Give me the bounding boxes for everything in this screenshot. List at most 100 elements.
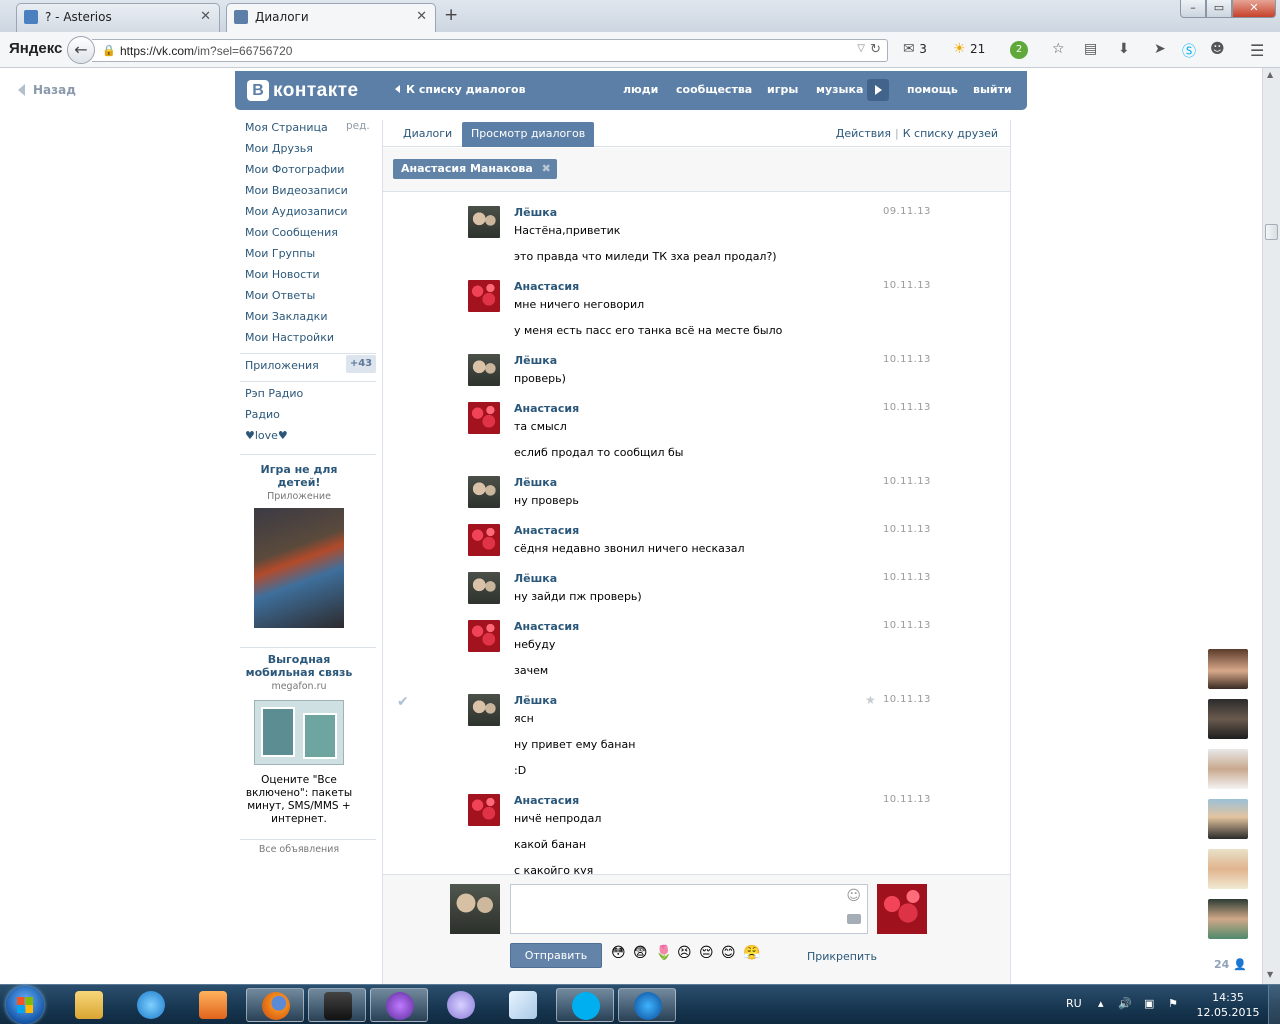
tab-view-dialogs[interactable]: Просмотр диалогов xyxy=(462,122,595,147)
author-avatar[interactable] xyxy=(468,694,500,726)
download-icon[interactable]: ⬇ xyxy=(1118,41,1130,57)
to-dialog-list-link[interactable]: К списку диалогов xyxy=(395,83,526,96)
author-avatar[interactable] xyxy=(468,620,500,652)
taskbar-skype[interactable] xyxy=(556,988,614,1022)
menu-my-answers[interactable]: Мои Ответы xyxy=(245,289,315,302)
menu-my-videos[interactable]: Мои Видеозаписи xyxy=(245,184,348,197)
actions-link[interactable]: Действия xyxy=(836,127,891,140)
emoji-fearful-icon[interactable]: 😨 xyxy=(633,945,648,961)
author-avatar[interactable] xyxy=(468,206,500,238)
peer-avatar[interactable] xyxy=(877,884,927,934)
play-icon[interactable] xyxy=(867,79,889,101)
taskbar-app-purple[interactable] xyxy=(370,988,428,1022)
maximize-button[interactable]: ▭ xyxy=(1206,0,1232,18)
star-icon[interactable]: ☆ xyxy=(1052,41,1065,57)
all-ads-link[interactable]: Все объявления xyxy=(240,844,358,855)
tray-arrow-icon[interactable]: ▴ xyxy=(1098,997,1104,1010)
apps-count-badge[interactable]: +43 xyxy=(346,355,376,373)
friend-avatar[interactable] xyxy=(1208,649,1248,689)
smile-icon[interactable]: ☺ xyxy=(846,888,861,904)
ad-game-image[interactable] xyxy=(254,508,344,628)
author-name[interactable]: Лёшка xyxy=(514,354,557,367)
nav-help[interactable]: помощь xyxy=(907,83,958,96)
yandex-logo[interactable]: Яндекс xyxy=(9,40,62,57)
vertical-scrollbar[interactable]: ▲ ▼ xyxy=(1262,68,1280,984)
message-input[interactable] xyxy=(511,885,867,933)
author-name[interactable]: Лёшка xyxy=(514,694,557,707)
taskbar-media[interactable] xyxy=(184,988,242,1022)
menu-my-news[interactable]: Мои Новости xyxy=(245,268,320,281)
skype-icon[interactable]: Ⓢ xyxy=(1182,41,1196,61)
author-name[interactable]: Анастасия xyxy=(514,280,579,293)
author-name[interactable]: Анастасия xyxy=(514,402,579,415)
taskbar-explorer[interactable] xyxy=(60,988,118,1022)
language-indicator[interactable]: RU xyxy=(1066,997,1082,1010)
author-name[interactable]: Лёшка xyxy=(514,206,557,219)
to-friends-link[interactable]: К списку друзей xyxy=(903,127,998,140)
message-date[interactable]: 10.11.13 xyxy=(883,354,931,365)
taskbar-firefox[interactable] xyxy=(246,988,304,1022)
message-date[interactable]: 10.11.13 xyxy=(883,280,931,291)
author-avatar[interactable] xyxy=(468,354,500,386)
new-tab-button[interactable]: + xyxy=(444,5,458,25)
mail-icon[interactable]: ✉ 3 xyxy=(903,41,927,57)
nav-communities[interactable]: сообщества xyxy=(676,83,752,96)
nav-games[interactable]: игры xyxy=(767,83,798,96)
taskbar-ie[interactable] xyxy=(122,988,180,1022)
friend-avatar[interactable] xyxy=(1208,699,1248,739)
menu-rap-radio[interactable]: Рэп Радио xyxy=(245,387,303,400)
dropdown-icon[interactable]: ▽ xyxy=(857,43,865,54)
scroll-down-icon[interactable]: ▼ xyxy=(1267,970,1273,979)
flag-icon[interactable]: ⚑ xyxy=(1168,997,1178,1010)
menu-my-messages[interactable]: Мои Сообщения xyxy=(245,226,338,239)
network-icon[interactable]: ▣ xyxy=(1144,997,1154,1010)
taskbar-lineage[interactable] xyxy=(308,988,366,1022)
menu-my-bookmarks[interactable]: Мои Закладки xyxy=(245,310,327,323)
address-bar[interactable]: 🔒 https://vk.com/im?sel=66756720 ▽ ↻ xyxy=(92,39,888,62)
message-date[interactable]: 10.11.13 xyxy=(883,620,931,631)
menu-my-page[interactable]: Моя Страница xyxy=(245,121,328,134)
taskbar-notes[interactable] xyxy=(494,988,552,1022)
close-window-button[interactable]: ✕ xyxy=(1232,0,1276,18)
show-desktop-button[interactable] xyxy=(1268,985,1280,1024)
counter-badge-icon[interactable]: 2 xyxy=(1010,41,1028,59)
emoji-persevere-icon[interactable]: 😣 xyxy=(677,945,692,961)
message-date[interactable]: 10.11.13 xyxy=(883,524,931,535)
menu-my-friends[interactable]: Мои Друзья xyxy=(245,142,313,155)
edit-link[interactable]: ред. xyxy=(346,120,370,132)
taskbar-it[interactable] xyxy=(618,988,676,1022)
minimize-button[interactable]: – xyxy=(1180,0,1206,18)
message-date[interactable]: 10.11.13 xyxy=(883,794,931,805)
clock[interactable]: 14:35 12.05.2015 xyxy=(1196,990,1260,1020)
vk-logo[interactable]: В контакте xyxy=(247,79,359,102)
select-check-icon[interactable]: ✔ xyxy=(397,694,409,710)
ad-title[interactable]: Игра не для детей! xyxy=(240,463,358,489)
my-avatar[interactable] xyxy=(450,884,500,934)
friend-avatar[interactable] xyxy=(1208,799,1248,839)
message-date[interactable]: 09.11.13 xyxy=(883,206,931,217)
author-avatar[interactable] xyxy=(468,476,500,508)
browser-tab-asterios[interactable]: ? - Asterios ✕ xyxy=(16,3,220,32)
send-icon[interactable]: ➤ xyxy=(1154,41,1166,57)
friend-avatar[interactable] xyxy=(1208,899,1248,939)
bookmarks-icon[interactable]: ▤ xyxy=(1084,41,1097,57)
start-button[interactable] xyxy=(6,986,44,1024)
message-history[interactable]: Лёшка 09.11.13 Настёна,приветик это правда … xyxy=(383,194,1010,874)
ad-game[interactable]: Игра не для детей! Приложение xyxy=(240,463,358,628)
menu-my-settings[interactable]: Мои Настройки xyxy=(245,331,334,344)
volume-icon[interactable]: 🔊 xyxy=(1118,997,1132,1010)
conversation-chip[interactable]: Анастасия Манакова ✖ xyxy=(393,159,557,179)
remove-chip-icon[interactable]: ✖ xyxy=(542,159,551,179)
nav-people[interactable]: люди xyxy=(623,83,658,96)
friend-avatar[interactable] xyxy=(1208,849,1248,889)
ad-megafon-image[interactable] xyxy=(254,700,344,765)
author-name[interactable]: Анастасия xyxy=(514,794,579,807)
nav-music[interactable]: музыка xyxy=(816,83,863,96)
author-avatar[interactable] xyxy=(468,280,500,312)
ad-megafon[interactable]: Выгодная мобильная связь megafon.ru Оцен… xyxy=(240,653,358,826)
send-button[interactable]: Отправить xyxy=(510,943,602,968)
important-star-icon[interactable]: ★ xyxy=(865,693,876,707)
friends-online-count[interactable]: 24 👤 xyxy=(1214,958,1247,971)
emoji-pensive-icon[interactable]: 😔 xyxy=(699,945,714,961)
back-button[interactable]: ← xyxy=(67,36,95,64)
